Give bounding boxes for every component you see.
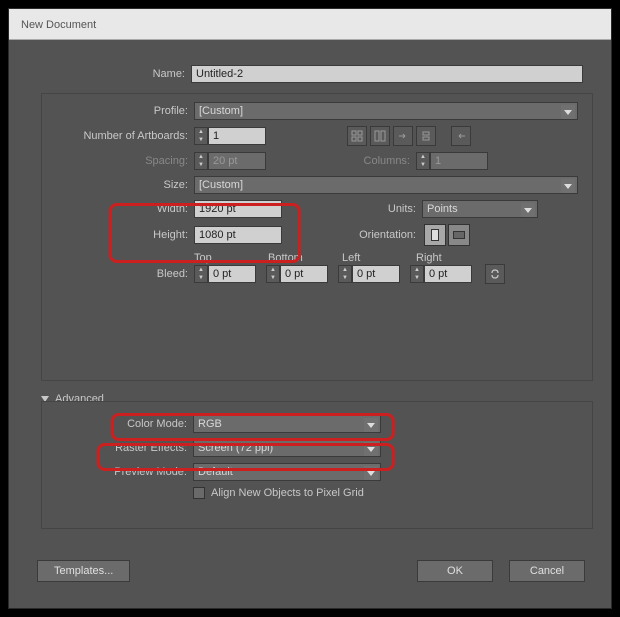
bleed-right-label: Right bbox=[416, 252, 490, 264]
templates-button[interactable]: Templates... bbox=[37, 560, 130, 582]
cancel-button[interactable]: Cancel bbox=[509, 560, 585, 582]
size-select[interactable]: [Custom] bbox=[194, 176, 578, 194]
units-select[interactable]: Points bbox=[422, 200, 538, 218]
bleed-right-stepper[interactable]: 0 pt bbox=[410, 265, 472, 283]
size-label: Size: bbox=[42, 179, 194, 191]
profile-select[interactable]: [Custom] bbox=[194, 102, 578, 120]
preview-label: Preview Mode: bbox=[41, 466, 193, 478]
artboards-stepper[interactable]: 1 bbox=[194, 127, 266, 145]
arrange-left-icon bbox=[451, 126, 471, 146]
columns-label: Columns: bbox=[266, 155, 416, 167]
columns-stepper: 1 bbox=[416, 152, 488, 170]
preview-select[interactable]: Default bbox=[193, 463, 381, 481]
grid-by-col-icon bbox=[370, 126, 390, 146]
spacing-value: 20 pt bbox=[208, 152, 266, 170]
profile-label: Profile: bbox=[42, 105, 194, 117]
bleed-bottom-label: Bottom bbox=[268, 252, 342, 264]
main-group: Profile: [Custom] Number of Artboards: 1 bbox=[41, 93, 593, 381]
align-pixel-checkbox[interactable] bbox=[193, 487, 205, 499]
bleed-top-label: Top bbox=[194, 252, 268, 264]
units-label: Units: bbox=[282, 203, 422, 215]
orientation-portrait-icon[interactable] bbox=[424, 224, 446, 246]
units-value: Points bbox=[427, 203, 458, 215]
bleed-top-stepper[interactable]: 0 pt bbox=[194, 265, 256, 283]
artboards-value[interactable]: 1 bbox=[208, 127, 266, 145]
preview-value: Default bbox=[198, 466, 233, 478]
name-label: Name: bbox=[21, 68, 191, 80]
columns-value: 1 bbox=[430, 152, 488, 170]
size-value: [Custom] bbox=[199, 179, 243, 191]
raster-value: Screen (72 ppi) bbox=[198, 442, 273, 454]
title-bar: New Document bbox=[9, 9, 611, 40]
height-label: Height: bbox=[42, 229, 194, 241]
colormode-select[interactable]: RGB bbox=[193, 415, 381, 433]
raster-select[interactable]: Screen (72 ppi) bbox=[193, 439, 381, 457]
ok-button[interactable]: OK bbox=[417, 560, 493, 582]
orientation-label: Orientation: bbox=[282, 229, 422, 241]
colormode-value: RGB bbox=[198, 418, 222, 430]
bleed-label: Bleed: bbox=[42, 268, 194, 280]
bleed-left-stepper[interactable]: 0 pt bbox=[338, 265, 400, 283]
artboards-label: Number of Artboards: bbox=[42, 130, 194, 142]
orientation-landscape-icon[interactable] bbox=[448, 224, 470, 246]
dialog-window: New Document Name: Untitled-2 Profile: [… bbox=[8, 8, 612, 609]
advanced-section: Advanced Color Mode: RGB Raster Effects:… bbox=[41, 393, 593, 505]
window-title: New Document bbox=[21, 19, 96, 31]
disclosure-triangle-icon[interactable] bbox=[41, 396, 49, 402]
dialog-body: Name: Untitled-2 Profile: [Custom] Numbe… bbox=[21, 53, 601, 598]
height-input[interactable]: 1080 pt bbox=[194, 226, 282, 244]
advanced-label: Advanced bbox=[55, 393, 110, 405]
grid-by-row-icon bbox=[347, 126, 367, 146]
align-pixel-label: Align New Objects to Pixel Grid bbox=[211, 487, 370, 499]
width-input[interactable]: 1920 pt bbox=[194, 200, 282, 218]
link-bleed-icon[interactable] bbox=[485, 264, 505, 284]
bleed-bottom-stepper[interactable]: 0 pt bbox=[266, 265, 328, 283]
spacing-stepper: 20 pt bbox=[194, 152, 266, 170]
raster-label: Raster Effects: bbox=[41, 442, 193, 454]
arrange-right-icon bbox=[393, 126, 413, 146]
bleed-left-label: Left bbox=[342, 252, 416, 264]
width-label: Width: bbox=[42, 203, 194, 215]
arrange-down-icon bbox=[416, 126, 436, 146]
profile-value: [Custom] bbox=[199, 105, 243, 117]
spacing-label: Spacing: bbox=[42, 155, 194, 167]
colormode-label: Color Mode: bbox=[41, 418, 193, 430]
name-input[interactable]: Untitled-2 bbox=[191, 65, 583, 83]
